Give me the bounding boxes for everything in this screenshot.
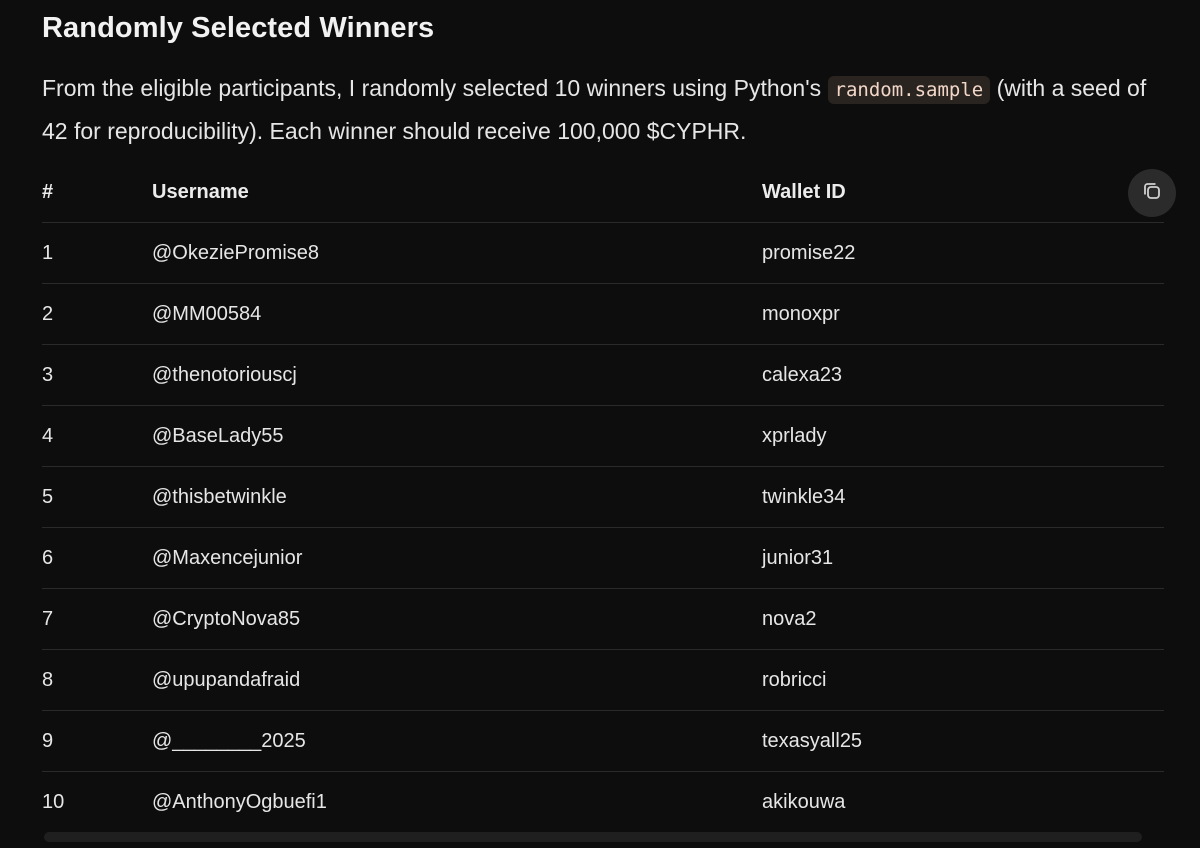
row-username: @upupandafraid [152, 649, 762, 711]
chat-response: Randomly Selected Winners From the eligi… [0, 0, 1200, 848]
table-row: 8 @upupandafraid robricci [42, 649, 1164, 711]
table-row: 10 @AnthonyOgbuefi1 akikouwa [42, 772, 1164, 833]
row-number: 10 [42, 790, 65, 813]
row-wallet-id: texasyall25 [762, 710, 1164, 772]
row-username: @CryptoNova85 [152, 588, 762, 650]
row-username: @AnthonyOgbuefi1 [152, 790, 327, 813]
table-row: 5 @thisbetwinkle twinkle34 [42, 466, 1164, 528]
row-number: 1 [42, 222, 152, 284]
row-username: @thenotoriouscj [152, 344, 762, 406]
inline-code: random.sample [827, 76, 991, 104]
row-username: @________2025 [152, 710, 762, 772]
intro-text-start: From the eligible participants, I random… [42, 75, 828, 101]
header-username: Username [152, 162, 762, 223]
table-row: 2 @MM00584 monoxpr [42, 283, 1164, 345]
table-row: 1 @OkeziePromise8 promise22 [42, 222, 1164, 284]
table-header-row: # Username Wallet ID [42, 162, 1164, 223]
table-row: 3 @thenotoriouscj calexa23 [42, 344, 1164, 406]
table-row: 4 @BaseLady55 xprlady [42, 405, 1164, 467]
row-username: @BaseLady55 [152, 405, 762, 467]
table-row: 6 @Maxencejunior junior31 [42, 527, 1164, 589]
row-username: @MM00584 [152, 283, 762, 345]
row-wallet-id: xprlady [762, 405, 1164, 467]
row-number: 8 [42, 649, 152, 711]
header-wallet-id: Wallet ID [762, 162, 1164, 223]
copy-table-button[interactable] [1128, 169, 1176, 217]
header-number: # [42, 162, 152, 223]
row-wallet-id: robricci [762, 649, 1164, 711]
horizontal-scrollbar[interactable] [44, 832, 1142, 842]
row-wallet-id: twinkle34 [762, 466, 1164, 528]
row-wallet-id: monoxpr [762, 283, 1164, 345]
table-row: 7 @CryptoNova85 nova2 [42, 588, 1164, 650]
table-row: 9 @________2025 texasyall25 [42, 710, 1164, 772]
row-wallet-id: nova2 [762, 588, 1164, 650]
row-wallet-id: junior31 [762, 527, 1164, 589]
row-number: 6 [42, 527, 152, 589]
row-number: 3 [42, 344, 152, 406]
row-number: 9 [42, 710, 152, 772]
copy-icon [1141, 180, 1163, 207]
row-number: 5 [42, 466, 152, 528]
winners-table: # Username Wallet ID 1 @OkeziePromise8 pro… [42, 162, 1164, 832]
row-wallet-id: promise22 [762, 222, 1164, 284]
row-wallet-id: akikouwa [762, 790, 846, 813]
row-number: 4 [42, 405, 152, 467]
intro-paragraph: From the eligible participants, I random… [42, 68, 1162, 152]
row-username: @OkeziePromise8 [152, 222, 762, 284]
row-number: 7 [42, 588, 152, 650]
row-wallet-id: calexa23 [762, 344, 1164, 406]
winners-table-container: # Username Wallet ID 1 @OkeziePromise8 pro… [42, 162, 1164, 832]
row-number: 2 [42, 283, 152, 345]
row-username: @Maxencejunior [152, 527, 762, 589]
row-username: @thisbetwinkle [152, 466, 762, 528]
section-heading: Randomly Selected Winners [42, 12, 435, 44]
